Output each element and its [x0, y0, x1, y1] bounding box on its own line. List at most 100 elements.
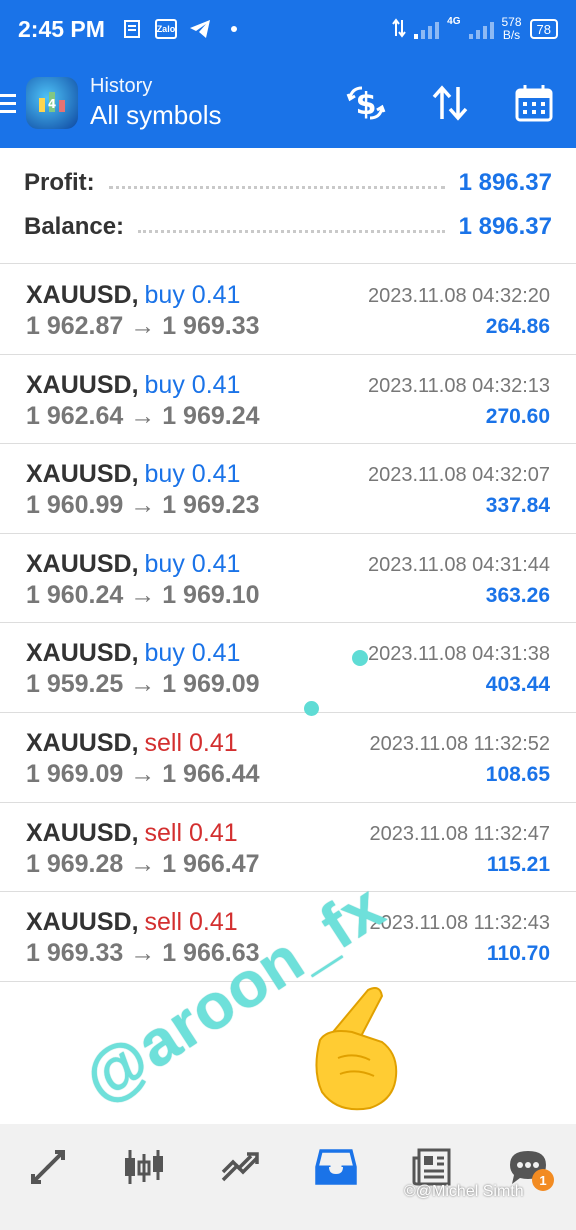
network-speed: 578 B/s: [502, 16, 522, 42]
app-bar-subtitle: History: [90, 75, 153, 97]
trade-symbol: XAUUSD: [26, 818, 132, 847]
balance-value: 1 896.37: [458, 213, 552, 240]
trade-symbol: XAUUSD: [26, 281, 132, 309]
trade-row[interactable]: XAUUSD, buy 0.41 1 962.87 → 1 969.33 2023…: [0, 265, 576, 355]
quotes-icon[interactable]: [20, 1139, 76, 1195]
trade-title: XAUUSD, sell 0.41: [26, 818, 238, 847]
trade-row[interactable]: XAUUSD, buy 0.41 1 962.64 → 1 969.24 2023…: [0, 355, 576, 445]
trade-title: XAUUSD, buy 0.41: [26, 639, 241, 668]
battery-level: 78: [536, 21, 551, 37]
trade-time: 2023.11.08 04:32:13: [367, 374, 550, 397]
trade-profit: 115.21: [486, 852, 550, 876]
trade-symbol: XAUUSD: [26, 728, 132, 757]
trade-title: XAUUSD, buy 0.41: [26, 370, 241, 399]
trade-type: sell 0.41: [144, 728, 238, 757]
status-time: 2:45 PM: [18, 15, 105, 42]
overlay-dot: [352, 650, 368, 666]
credit-watermark: ©@Michel Simth: [404, 1183, 524, 1200]
app-bar: 4 History All symbols $: [0, 58, 576, 148]
trade-symbol: XAUUSD: [26, 639, 132, 668]
trade-list: XAUUSD, buy 0.41 1 962.87 → 1 969.33 2023…: [0, 265, 576, 982]
trade-prices: 1 969.09 → 1 966.44: [26, 759, 260, 788]
messages-badge: 1: [532, 1169, 554, 1191]
metatrader-logo-icon: 4: [26, 77, 78, 129]
signal-icon: [414, 19, 440, 39]
zalo-icon: Zalo: [154, 19, 177, 39]
trade-type: buy 0.41: [144, 460, 241, 489]
trade-icon[interactable]: [212, 1139, 268, 1195]
trade-profit: 337.84: [485, 494, 550, 518]
document-icon: [121, 19, 143, 39]
trade-row[interactable]: XAUUSD, buy 0.41 1 959.25 → 1 969.09 2023…: [0, 623, 576, 713]
trade-prices: 1 960.99 → 1 969.23: [26, 491, 260, 520]
app-bar-actions: $: [346, 83, 554, 123]
more-notifications-dot-icon: [223, 19, 245, 39]
trade-time: 2023.11.08 04:31:44: [367, 553, 550, 576]
trade-profit: 110.70: [486, 942, 550, 966]
trade-type: buy 0.41: [144, 281, 241, 309]
trade-title: XAUUSD, sell 0.41: [26, 728, 238, 757]
telegram-icon: [189, 19, 211, 39]
trade-prices: 1 959.25 → 1 969.09: [26, 670, 260, 699]
trade-row[interactable]: XAUUSD, sell 0.41 1 969.09 → 1 966.44 202…: [0, 713, 576, 803]
trade-profit: 403.44: [485, 673, 550, 697]
profit-value: 1 896.37: [458, 169, 552, 196]
app-bar-title[interactable]: All symbols: [90, 100, 221, 131]
trade-time: 2023.11.08 11:32:47: [369, 822, 550, 845]
trade-type: sell 0.41: [144, 818, 238, 847]
data-transfer-icon: [392, 17, 406, 41]
trade-symbol: XAUUSD: [26, 549, 132, 578]
profit-label: Profit:: [24, 169, 95, 196]
trade-profit: 270.60: [485, 404, 550, 428]
calendar-icon[interactable]: [514, 83, 554, 123]
trade-row[interactable]: XAUUSD, buy 0.41 1 960.24 → 1 969.10 2023…: [0, 534, 576, 624]
trade-time: 2023.11.08 04:32:20: [367, 285, 550, 307]
trade-type: buy 0.41: [144, 370, 241, 399]
trade-profit: 363.26: [485, 583, 550, 607]
trade-title: XAUUSD, sell 0.41: [26, 908, 238, 937]
trade-prices: 1 969.28 → 1 966.47: [26, 849, 260, 878]
history-icon[interactable]: [308, 1139, 364, 1195]
trade-type: buy 0.41: [144, 549, 241, 578]
speed-unit: B/s: [502, 28, 521, 42]
profit-row: Profit: 1 896.37: [24, 168, 552, 198]
trade-profit: 108.65: [485, 762, 550, 786]
system-nav-bar: [0, 1210, 576, 1230]
app-bar-titles: History All symbols: [90, 75, 221, 131]
trade-prices: 1 962.64 → 1 969.24: [26, 401, 260, 430]
trade-type: buy 0.41: [144, 639, 241, 668]
deposit-dollar-icon[interactable]: $: [346, 83, 386, 123]
trade-type: sell 0.41: [144, 908, 238, 937]
sort-icon[interactable]: [430, 83, 470, 123]
trade-time: 2023.11.08 04:31:38: [367, 643, 550, 666]
leader-dots: [138, 221, 445, 233]
trade-time: 2023.11.08 11:32:43: [369, 912, 550, 935]
trade-symbol: XAUUSD: [26, 908, 132, 937]
pointing-hand-emoji-icon: [298, 980, 408, 1120]
status-right: 4G 578 B/s 78: [392, 16, 558, 42]
trade-title: XAUUSD, buy 0.41: [26, 549, 241, 578]
notification-icons: Zalo: [121, 19, 245, 39]
leader-dots: [108, 177, 445, 189]
overlay-dot: [304, 701, 319, 716]
trade-time: 2023.11.08 11:32:52: [369, 732, 550, 755]
trade-profit: 264.86: [485, 315, 550, 338]
balance-label: Balance:: [24, 213, 125, 240]
history-summary: Profit: 1 896.37 Balance: 1 896.37: [0, 148, 576, 264]
trade-prices: 1 960.24 → 1 969.10: [26, 580, 260, 609]
trade-symbol: XAUUSD: [26, 460, 132, 489]
trade-title: XAUUSD, buy 0.41: [26, 460, 241, 489]
trade-time: 2023.11.08 04:32:07: [367, 464, 550, 487]
svg-text:4: 4: [48, 97, 56, 111]
signal-2-icon: [468, 19, 494, 39]
battery-icon: 78: [529, 19, 558, 39]
trade-row[interactable]: XAUUSD, sell 0.41 1 969.28 → 1 966.47 202…: [0, 803, 576, 893]
network-type: 4G: [447, 16, 461, 27]
trade-title: XAUUSD, buy 0.41: [26, 281, 241, 309]
menu-icon[interactable]: [0, 93, 18, 113]
trade-row[interactable]: XAUUSD, buy 0.41 1 960.99 → 1 969.23 2023…: [0, 444, 576, 534]
balance-row: Balance: 1 896.37: [24, 212, 552, 242]
trade-symbol: XAUUSD: [26, 370, 132, 399]
chart-icon[interactable]: [116, 1139, 172, 1195]
status-bar: 2:45 PM Zalo 4G 578 B/s 78: [0, 0, 576, 58]
